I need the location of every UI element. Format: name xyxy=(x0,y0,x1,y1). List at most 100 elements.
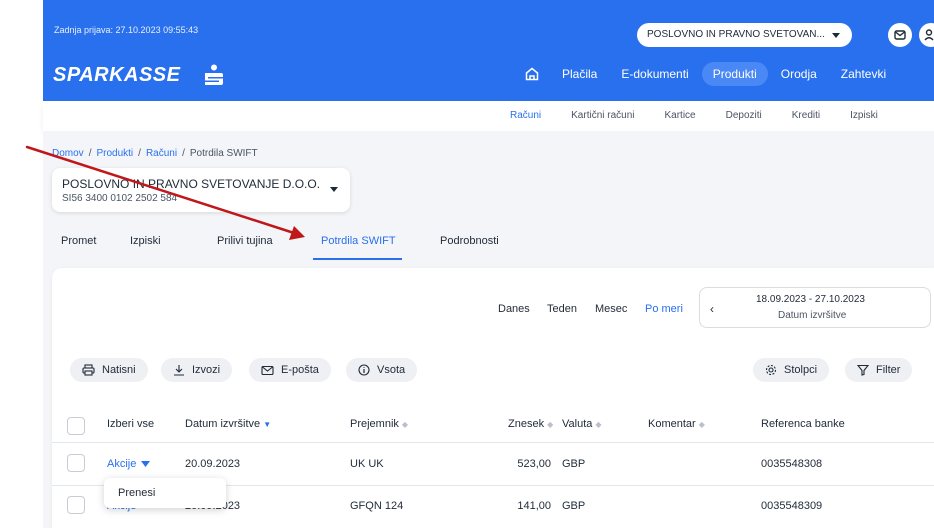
tab-podrobnosti[interactable]: Podrobnosti xyxy=(440,230,499,260)
info-icon xyxy=(358,364,370,376)
products-subnav: Računi Kartični računi Kartice Depoziti … xyxy=(495,110,893,121)
menu-item-download[interactable]: Prenesi xyxy=(118,487,212,499)
period-po-meri[interactable]: Po meri xyxy=(645,303,683,315)
row-amount: 523,00 xyxy=(517,458,551,470)
caret-down-icon xyxy=(832,33,840,38)
subnav-kartice[interactable]: Kartice xyxy=(650,110,711,121)
filter-button[interactable]: Filter xyxy=(845,358,913,382)
tab-potrdila-swift[interactable]: Potrdila SWIFT xyxy=(313,230,402,260)
breadcrumb-accounts[interactable]: Računi xyxy=(146,148,177,159)
subnav-izpiski[interactable]: Izpiski xyxy=(835,110,893,121)
tab-prilivi-tujina[interactable]: Prilivi tujina xyxy=(217,230,273,260)
period-teden[interactable]: Teden xyxy=(547,303,577,315)
header-date-label: Datum izvršitve xyxy=(185,418,261,430)
row-currency: GBP xyxy=(562,500,586,512)
row-actions-menu[interactable]: Akcije xyxy=(107,458,151,470)
sort-icon: ◆ xyxy=(547,420,554,429)
date-range-picker[interactable]: ‹ 18.09.2023 - 27.10.2023 Datum izvršitv… xyxy=(699,287,931,328)
account-iban: SI56 3400 0102 2502 584 xyxy=(62,193,178,204)
row-checkbox[interactable] xyxy=(67,496,85,514)
top-header: Zadnja prijava: 27.10.2023 09:55:43 POSL… xyxy=(43,0,934,101)
caret-down-icon xyxy=(330,187,338,192)
header-comment[interactable]: Komentar ◆ xyxy=(648,418,705,430)
row-currency: GBP xyxy=(562,458,586,470)
header-reference[interactable]: Referenca banke xyxy=(761,418,845,430)
period-danes[interactable]: Danes xyxy=(498,303,530,315)
mail-icon xyxy=(894,30,906,40)
caret-down-icon xyxy=(141,461,151,467)
header-recipient[interactable]: Prejemnik ◆ xyxy=(350,418,408,430)
row-actions-label: Akcije xyxy=(107,458,137,470)
company-selector[interactable]: POSLOVNO IN PRAVNO SVETOVAN... xyxy=(637,23,852,47)
row-checkbox[interactable] xyxy=(67,454,85,472)
nav-e-dokumenti[interactable]: E-dokumenti xyxy=(610,62,699,86)
header-amount-label: Znesek xyxy=(508,418,545,430)
printer-icon xyxy=(82,364,95,376)
tab-promet[interactable]: Promet xyxy=(61,230,96,260)
row-recipient: GFQN 124 xyxy=(350,500,404,512)
header-currency[interactable]: Valuta ◆ xyxy=(562,418,602,430)
export-label: Izvozi xyxy=(192,364,221,376)
sum-label: Vsota xyxy=(377,364,406,376)
period-mesec[interactable]: Mesec xyxy=(595,303,627,315)
messages-button[interactable] xyxy=(888,23,912,47)
header-date[interactable]: Datum izvršitve ▼ xyxy=(185,418,271,430)
row-amount: 141,00 xyxy=(517,500,551,512)
export-button[interactable]: Izvozi xyxy=(161,358,233,382)
sort-icon: ◆ xyxy=(698,420,705,429)
user-icon xyxy=(924,29,934,41)
company-selector-label: POSLOVNO IN PRAVNO SVETOVAN... xyxy=(647,29,825,40)
mail-icon xyxy=(261,365,274,375)
header-recipient-label: Prejemnik xyxy=(350,418,399,430)
row-reference: 0035548309 xyxy=(761,500,823,512)
sort-icon: ◆ xyxy=(595,420,602,429)
sum-button[interactable]: Vsota xyxy=(346,358,418,382)
subnav-krediti[interactable]: Krediti xyxy=(777,110,835,121)
email-button[interactable]: E-pošta xyxy=(249,358,331,382)
subnav-karticni-racuni[interactable]: Kartični računi xyxy=(556,110,649,121)
chevron-left-icon[interactable]: ‹ xyxy=(710,302,714,316)
row-reference: 0035548308 xyxy=(761,458,823,470)
row-date: 20.09.2023 xyxy=(185,458,241,470)
columns-button[interactable]: Stolpci xyxy=(753,358,830,382)
nav-zahtevki[interactable]: Zahtevki xyxy=(830,62,897,86)
subnav-depoziti[interactable]: Depoziti xyxy=(711,110,777,121)
breadcrumb-products[interactable]: Produkti xyxy=(96,148,133,159)
nav-produkti[interactable]: Produkti xyxy=(701,62,768,86)
home-icon xyxy=(525,67,539,81)
breadcrumb: Domov / Produkti / Računi / Potrdila SWIFT xyxy=(52,148,258,159)
email-label: E-pošta xyxy=(281,364,319,376)
row-actions-dropdown: Prenesi xyxy=(104,478,226,508)
header-currency-label: Valuta xyxy=(562,418,593,430)
filter-icon xyxy=(857,364,869,376)
subnav-racuni[interactable]: Računi xyxy=(495,110,556,121)
gear-icon xyxy=(765,364,777,376)
nav-orodja[interactable]: Orodja xyxy=(770,62,828,86)
select-all-checkbox[interactable] xyxy=(67,417,85,435)
download-icon xyxy=(174,365,184,376)
nav-placila[interactable]: Plačila xyxy=(551,62,608,86)
sparkasse-logo-mark xyxy=(205,64,223,85)
user-profile-button[interactable] xyxy=(919,23,934,47)
header-amount[interactable]: Znesek ◆ xyxy=(508,418,553,430)
tab-izpiski[interactable]: Izpiski xyxy=(130,230,161,260)
breadcrumb-current: Potrdila SWIFT xyxy=(189,148,258,159)
last-login-text: Zadnja prijava: 27.10.2023 09:55:43 xyxy=(54,25,199,35)
account-name: POSLOVNO IN PRAVNO SVETOVANJE D.O.O. xyxy=(62,177,321,191)
sparkasse-logo[interactable]: SPARKASSE xyxy=(53,64,181,87)
nav-home[interactable] xyxy=(515,62,549,86)
columns-label: Stolpci xyxy=(784,364,818,376)
breadcrumb-home[interactable]: Domov xyxy=(52,148,84,159)
header-select-all[interactable]: Izberi vse xyxy=(107,418,154,430)
row-recipient: UK UK xyxy=(350,458,384,470)
breadcrumb-separator: / xyxy=(88,148,92,159)
main-navigation: Plačila E-dokumenti Produkti Orodja Zaht… xyxy=(515,62,899,86)
filter-label: Filter xyxy=(876,364,901,376)
sort-desc-icon: ▼ xyxy=(263,420,272,429)
header-comment-label: Komentar xyxy=(648,418,696,430)
breadcrumb-separator: / xyxy=(138,148,141,159)
breadcrumb-separator: / xyxy=(182,148,185,159)
print-button[interactable]: Natisni xyxy=(70,358,148,382)
print-label: Natisni xyxy=(102,364,136,376)
account-selector[interactable]: POSLOVNO IN PRAVNO SVETOVANJE D.O.O. SI5… xyxy=(52,168,350,212)
